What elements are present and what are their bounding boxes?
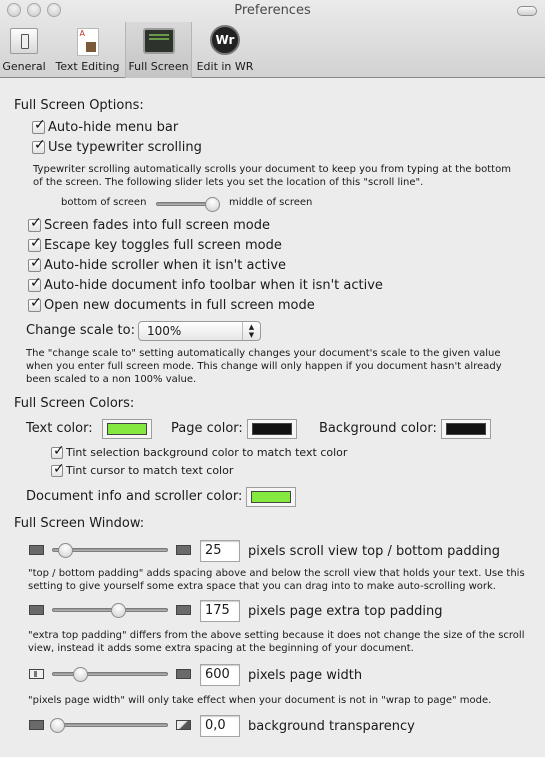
change-scale-label: Change scale to: xyxy=(26,323,135,338)
tab-full-screen-label: Full Screen xyxy=(128,60,189,73)
doc-info-color-well[interactable] xyxy=(246,487,296,507)
top-padding-slider-knob[interactable] xyxy=(110,603,126,618)
escape-toggles-checkbox[interactable]: Escape key toggles full screen mode xyxy=(28,235,282,253)
page-width-slider-knob[interactable] xyxy=(73,667,89,682)
checkbox-label: Auto-hide menu bar xyxy=(48,120,179,135)
text-document-icon xyxy=(76,28,99,56)
checkbox-label: Open new documents in full screen mode xyxy=(44,298,315,313)
slider-max-label: middle of screen xyxy=(229,197,313,208)
doc-info-color-label: Document info and scroller color: xyxy=(26,489,243,504)
page-width-label: pixels page width xyxy=(248,668,363,683)
full-screen-pane: Full Screen Options: Auto-hide menu bar … xyxy=(0,79,545,757)
tab-general-label: General xyxy=(2,60,46,73)
background-color-swatch xyxy=(446,423,486,435)
typewriter-scrolling-checkbox[interactable]: Use typewriter scrolling xyxy=(32,137,202,155)
transparency-slider-track[interactable] xyxy=(52,723,168,727)
checkbox-label: Tint selection background color to match… xyxy=(66,446,348,459)
change-scale-popup[interactable]: 100% ▲ ▼ xyxy=(138,321,261,341)
auto-hide-scroller-checkbox[interactable]: Auto-hide scroller when it isn't active xyxy=(28,255,287,273)
checkbox-box[interactable] xyxy=(28,215,42,232)
opaque-icon xyxy=(29,720,44,730)
scroll-line-slider-knob[interactable] xyxy=(205,197,220,212)
page-color-swatch xyxy=(252,423,292,435)
checkbox-label: Use typewriter scrolling xyxy=(48,140,202,155)
page-color-label: Page color: xyxy=(171,421,243,436)
narrow-page-icon xyxy=(29,669,44,679)
slider-min-label: bottom of screen xyxy=(61,197,147,208)
background-color-label: Background color: xyxy=(319,421,437,436)
tint-selection-checkbox[interactable]: Tint selection background color to match… xyxy=(51,443,348,459)
tab-text-editing[interactable]: Text Editing xyxy=(50,22,125,78)
doc-info-color-swatch xyxy=(251,491,291,503)
top-padding-help-text: "extra top padding" differs from the abo… xyxy=(28,630,525,654)
checkbox-box[interactable] xyxy=(28,235,42,252)
colors-heading: Full Screen Colors: xyxy=(14,396,135,411)
checkbox-label: Auto-hide scroller when it isn't active xyxy=(44,258,287,273)
checkbox-box[interactable] xyxy=(28,255,42,272)
top-padding-label: pixels page extra top padding xyxy=(248,604,443,619)
tab-edit-in-wr-label: Edit in WR xyxy=(196,60,254,73)
window-title: Preferences xyxy=(234,3,311,18)
checkbox-label: Auto-hide document info toolbar when it … xyxy=(44,278,383,293)
checkbox-box[interactable] xyxy=(32,117,46,134)
tab-general[interactable]: General xyxy=(0,22,48,78)
text-color-swatch xyxy=(107,423,147,435)
checkbox-label: Screen fades into full screen mode xyxy=(44,218,270,233)
checkbox-box[interactable] xyxy=(51,443,65,459)
tab-edit-in-wr[interactable]: Wr Edit in WR xyxy=(193,22,257,78)
window-titlebar: Preferences General Text Editing Full Sc… xyxy=(0,0,545,78)
scroll-padding-label: pixels scroll view top / bottom padding xyxy=(248,544,500,559)
toolbar-toggle-button[interactable] xyxy=(517,6,537,16)
options-heading: Full Screen Options: xyxy=(14,98,144,113)
checkbox-box[interactable] xyxy=(51,461,65,477)
tab-full-screen[interactable]: Full Screen xyxy=(125,22,192,78)
open-in-full-screen-checkbox[interactable]: Open new documents in full screen mode xyxy=(28,295,315,313)
page-width-slider-track[interactable] xyxy=(52,672,168,676)
small-page-icon xyxy=(29,545,44,555)
window-heading: Full Screen Window: xyxy=(14,516,145,531)
change-scale-help-text: The "change scale to" setting automatica… xyxy=(26,348,502,385)
change-scale-value: 100% xyxy=(147,324,182,338)
page-color-well[interactable] xyxy=(247,419,297,439)
text-color-label: Text color: xyxy=(26,421,93,436)
checkbox-box[interactable] xyxy=(28,295,42,312)
checkbox-box[interactable] xyxy=(28,275,42,292)
auto-hide-info-toolbar-checkbox[interactable]: Auto-hide document info toolbar when it … xyxy=(28,275,383,293)
checkbox-label: Tint cursor to match text color xyxy=(66,464,234,477)
scroll-padding-slider-knob[interactable] xyxy=(58,543,74,558)
tab-text-editing-label: Text Editing xyxy=(55,60,120,73)
top-padding-field[interactable]: 175 xyxy=(200,600,240,622)
tint-cursor-checkbox[interactable]: Tint cursor to match text color xyxy=(51,461,234,477)
transparency-label: background transparency xyxy=(248,719,415,734)
wr-logo-icon: Wr xyxy=(210,25,240,55)
up-down-arrows-icon: ▲ ▼ xyxy=(242,322,260,340)
large-page-icon xyxy=(176,605,191,615)
background-color-well[interactable] xyxy=(441,419,491,439)
wide-page-icon xyxy=(176,669,191,679)
transparency-field[interactable]: 0,0 xyxy=(200,715,240,737)
transparent-icon xyxy=(176,720,191,730)
text-color-well[interactable] xyxy=(102,419,152,439)
checkbox-label: Escape key toggles full screen mode xyxy=(44,238,282,253)
scroll-padding-field[interactable]: 25 xyxy=(200,540,240,562)
checkbox-box[interactable] xyxy=(32,137,46,154)
small-page-icon xyxy=(29,605,44,615)
screen-fades-checkbox[interactable]: Screen fades into full screen mode xyxy=(28,215,270,233)
scroll-padding-help-text: "top / bottom padding" adds spacing abov… xyxy=(28,568,525,592)
large-page-icon xyxy=(176,545,191,555)
auto-hide-menu-bar-checkbox[interactable]: Auto-hide menu bar xyxy=(32,117,179,135)
typewriter-help-text: Typewriter scrolling automatically scrol… xyxy=(33,164,511,188)
page-width-field[interactable]: 600 xyxy=(200,664,240,686)
transparency-slider-knob[interactable] xyxy=(50,718,65,733)
page-width-help-text: "pixels page width" will only take effec… xyxy=(28,695,492,706)
general-switch-icon xyxy=(10,28,38,54)
monitor-icon xyxy=(142,28,175,54)
